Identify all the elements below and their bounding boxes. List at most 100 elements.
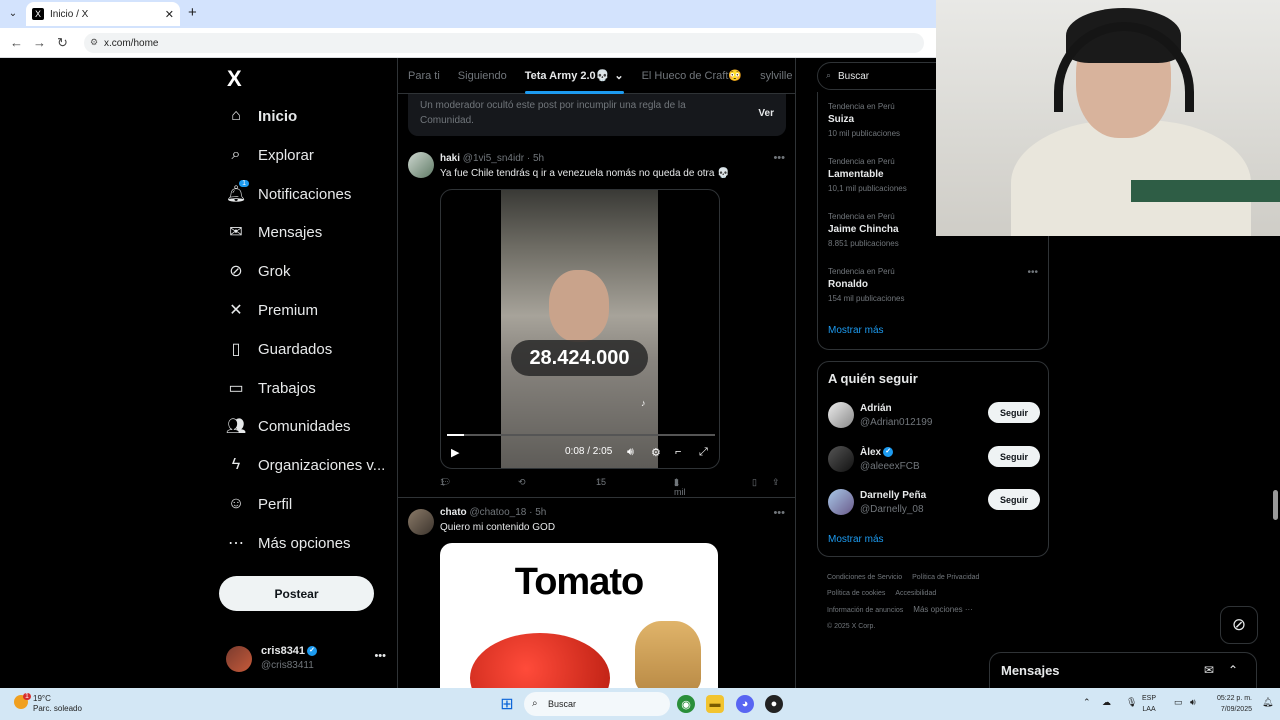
nav-item-premium[interactable]: ✕ Premium: [226, 295, 318, 325]
messages-dock[interactable]: Mensajes ✉ ⌃: [989, 652, 1257, 688]
avatar[interactable]: [828, 402, 854, 428]
play-icon[interactable]: ▶: [451, 446, 459, 459]
nav-item-inicio[interactable]: ⌂ Inicio: [226, 101, 297, 131]
footer-link[interactable]: Condiciones de Servicio: [827, 574, 902, 581]
post-haki[interactable]: haki @1vi5_sn4idr · 5h ••• Ya fue Chile …: [398, 142, 795, 498]
reload-icon[interactable]: ↻: [57, 35, 68, 51]
nav-item-trabajos[interactable]: ▭ Trabajos: [226, 373, 316, 403]
post-button[interactable]: Postear: [219, 576, 374, 611]
discord-icon[interactable]: ◕: [736, 695, 754, 713]
tab-sylville[interactable]: sylville: [760, 58, 792, 94]
trend-item[interactable]: Tendencia en Perú Ronaldo 154 mil public…: [828, 267, 1038, 303]
chrome-icon[interactable]: ◉: [677, 695, 695, 713]
tab-siguiendo[interactable]: Siguiendo: [458, 58, 507, 94]
display-icon[interactable]: ▭: [1174, 697, 1183, 708]
back-icon[interactable]: ←: [10, 35, 23, 50]
crop-icon[interactable]: ⌐: [675, 446, 681, 458]
author-name[interactable]: chato: [440, 507, 467, 518]
tab-el-hueco-de-craft[interactable]: El Hueco de Craft😳: [642, 58, 743, 94]
avatar[interactable]: [408, 152, 434, 178]
scrollbar-thumb[interactable]: [1273, 490, 1278, 520]
repost-icon[interactable]: ⟲: [518, 477, 526, 488]
weather-widget[interactable]: 1 19°C Parc. soleado: [14, 693, 94, 717]
tab-search-dropdown-icon[interactable]: ⌄: [4, 4, 22, 22]
nav-item-notificaciones[interactable]: 🔔︎ 1 Notificaciones: [226, 179, 351, 209]
avatar[interactable]: [828, 446, 854, 472]
view-button[interactable]: Ver: [758, 106, 774, 121]
user-name: Darnelly Peña: [860, 490, 927, 501]
volume-icon[interactable]: 🔊︎: [627, 446, 634, 459]
new-message-icon[interactable]: ✉: [1204, 663, 1214, 677]
cloud-icon[interactable]: ☁: [1102, 697, 1111, 708]
follow-suggestion[interactable]: Adrián @Adrian012199 Seguir: [828, 402, 1040, 432]
follow-suggestion[interactable]: Àlex ✓ @aleeexFCB Seguir: [828, 446, 1040, 476]
language-indicator[interactable]: ESP LAA: [1142, 693, 1156, 715]
footer-link[interactable]: Más opciones ···: [913, 605, 973, 614]
grok-icon[interactable]: ⊘: [1220, 606, 1258, 644]
nav-item-grok[interactable]: ⊘ Grok: [226, 256, 290, 286]
nav-item-explorar[interactable]: ⌕ Explorar: [226, 140, 314, 170]
bookmark-icon[interactable]: ▯: [752, 477, 757, 488]
fullscreen-icon[interactable]: ⤢: [699, 446, 708, 459]
more-icon[interactable]: •••: [374, 650, 386, 662]
weather-temp: 19°C: [33, 694, 51, 703]
author-name[interactable]: haki: [440, 153, 460, 164]
author-handle: @chatoo_18: [469, 507, 527, 518]
browser-tab[interactable]: X Inicio / X ✕: [26, 2, 180, 26]
nav-item-label: Organizaciones v...: [258, 456, 386, 474]
follow-button[interactable]: Seguir: [988, 402, 1040, 423]
video-progress-bar[interactable]: [447, 434, 715, 436]
forward-icon[interactable]: →: [33, 35, 46, 50]
settings-icon[interactable]: ⚙: [651, 446, 661, 459]
notification-badge: 1: [239, 180, 249, 187]
who-to-follow-panel: A quién seguir Adrián @Adrian012199 Segu…: [817, 361, 1049, 557]
microphone-icon[interactable]: 🎙︎: [1126, 697, 1137, 708]
expand-icon[interactable]: ⌃: [1228, 663, 1238, 677]
nav-item-guardados[interactable]: ▯ Guardados: [226, 334, 333, 364]
post-image[interactable]: Tomato: [440, 543, 718, 688]
nav-item-organizaciones[interactable]: ϟ Organizaciones v...: [226, 450, 386, 480]
avatar[interactable]: [828, 489, 854, 515]
share-icon[interactable]: ⇪: [772, 477, 780, 488]
file-explorer-icon[interactable]: ▬: [706, 695, 724, 713]
show-more-link[interactable]: Mostrar más: [828, 534, 884, 545]
user-name: Adrián: [860, 403, 892, 414]
clock[interactable]: 05:22 p. m. 7/09/2025: [1208, 693, 1252, 715]
footer-link[interactable]: Política de Privacidad: [912, 574, 979, 581]
nav-item-mensajes[interactable]: ✉ Mensajes: [226, 217, 322, 247]
footer-link[interactable]: Información de anuncios: [827, 607, 903, 614]
tab-teta-army[interactable]: Teta Army 2.0💀 ⌄: [524, 58, 624, 94]
windows-start-icon[interactable]: ⊞: [498, 695, 516, 713]
footer-link[interactable]: Política de cookies: [827, 590, 885, 597]
weather-badge: 1: [23, 693, 31, 700]
url-field[interactable]: ⚙ x.com/home: [84, 33, 924, 53]
video-person: [549, 270, 609, 342]
chevron-up-icon[interactable]: ⌃: [1083, 697, 1091, 708]
account-switcher[interactable]: cris8341 ✓ @cris83411 •••: [226, 642, 386, 682]
show-more-link[interactable]: Mostrar más: [828, 325, 884, 336]
taskbar-search[interactable]: ⌕ Buscar: [524, 692, 670, 716]
more-icon[interactable]: •••: [773, 507, 785, 519]
x-logo-icon[interactable]: X: [227, 66, 242, 92]
notification-bell-icon[interactable]: 🔔︎: [1262, 697, 1273, 708]
follow-button[interactable]: Seguir: [988, 446, 1040, 467]
video-player[interactable]: 28.424.000 ♪ ▶ 0:08 / 2:05 🔊︎ ⚙ ⌐ ⤢: [440, 189, 720, 469]
nav-item-label: Trabajos: [258, 379, 316, 397]
more-icon[interactable]: •••: [773, 152, 785, 164]
footer-link[interactable]: Accesibilidad: [895, 590, 936, 597]
follow-suggestion[interactable]: Darnelly Peña @Darnelly_08 Seguir: [828, 489, 1040, 519]
volume-icon[interactable]: 🔊︎: [1190, 697, 1196, 708]
new-tab-icon[interactable]: +: [188, 4, 197, 21]
site-info-icon[interactable]: ⚙: [90, 37, 98, 48]
account-name: cris8341: [261, 645, 306, 657]
avatar[interactable]: [408, 509, 434, 535]
like-count: 15: [596, 477, 607, 487]
tab-para-ti[interactable]: Para ti: [408, 58, 440, 94]
nav-item-mas-opciones[interactable]: ⋯ Más opciones: [226, 528, 351, 558]
app-icon[interactable]: ●: [765, 695, 783, 713]
follow-button[interactable]: Seguir: [988, 489, 1040, 510]
close-tab-icon[interactable]: ✕: [165, 8, 174, 21]
more-icon[interactable]: •••: [1027, 267, 1038, 278]
nav-item-comunidades[interactable]: 👥︎ Comunidades: [226, 411, 351, 441]
nav-item-perfil[interactable]: ☺ Perfil: [226, 489, 292, 519]
